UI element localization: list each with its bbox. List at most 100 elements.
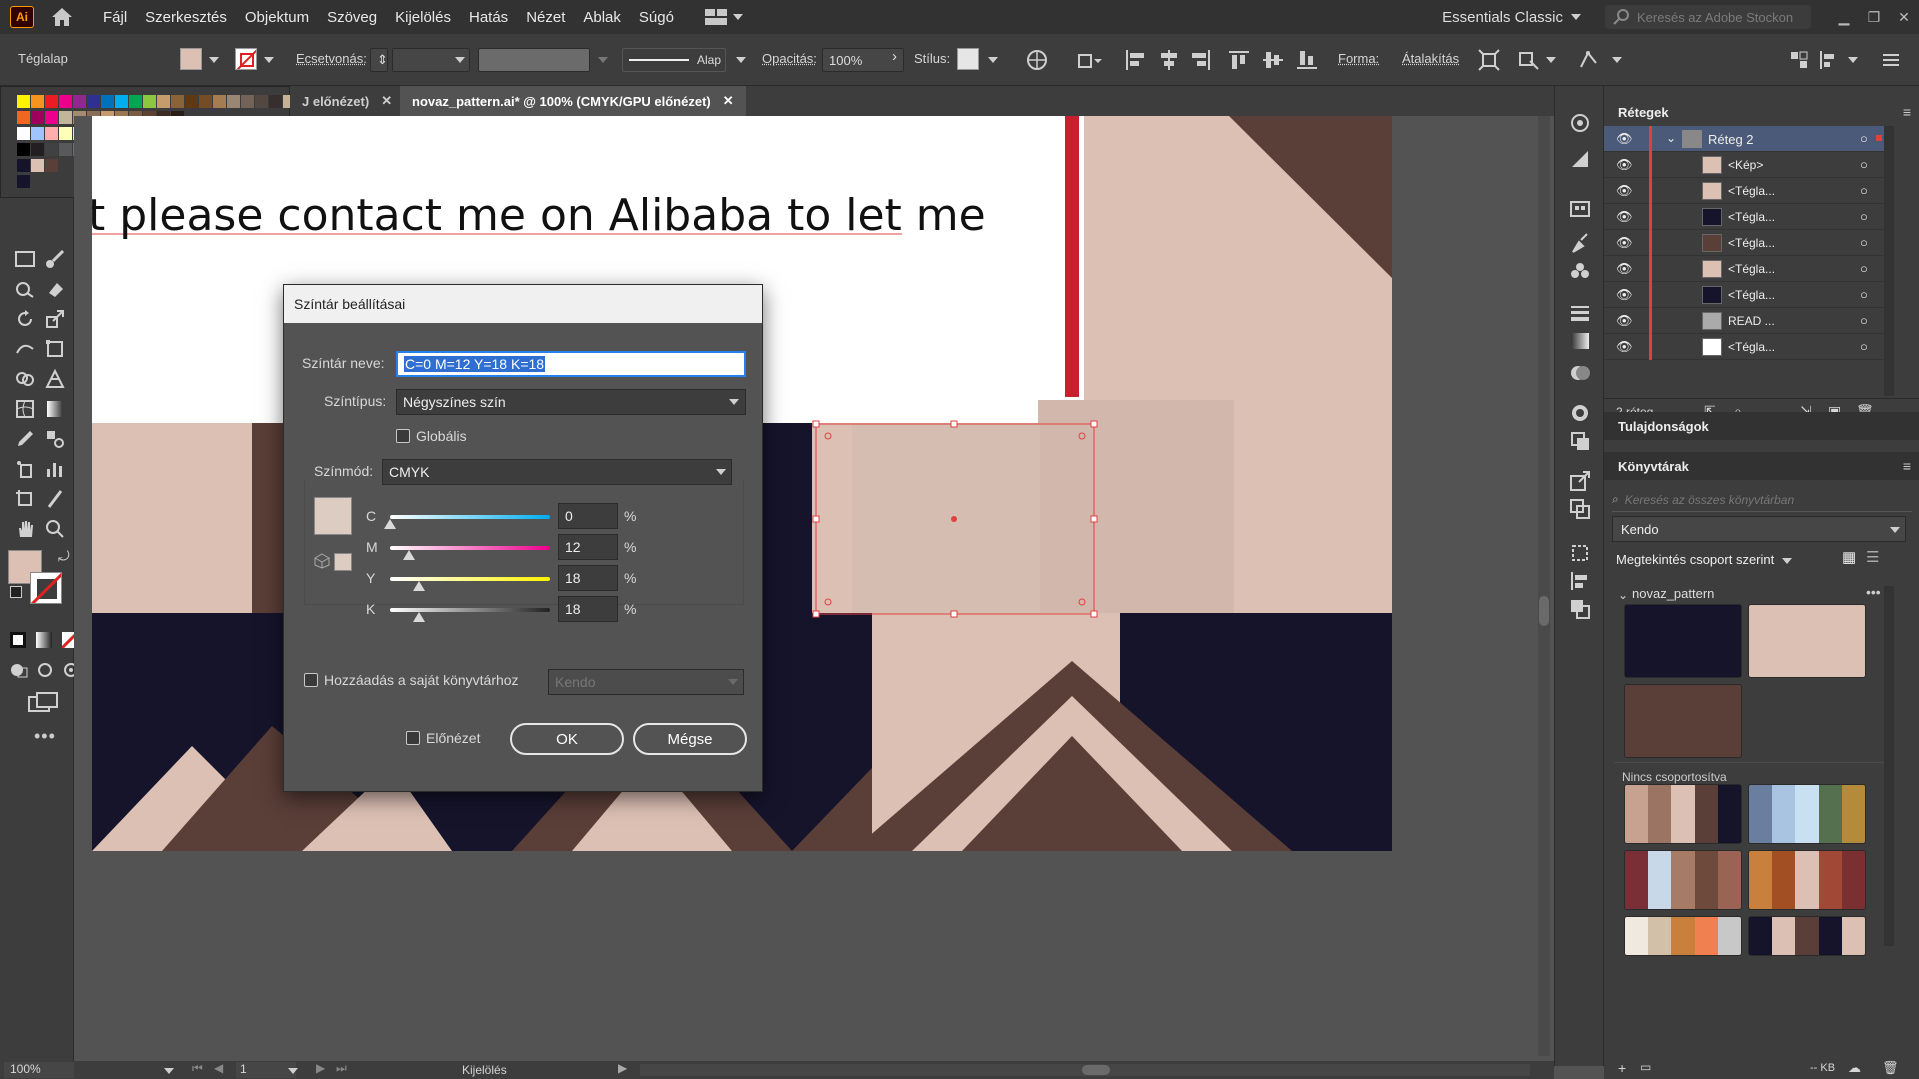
- swatch-chip[interactable]: [31, 159, 44, 172]
- prev-artboard-icon[interactable]: ◀: [214, 1061, 223, 1075]
- visibility-eye-icon[interactable]: 👁: [1616, 235, 1633, 251]
- yellow-input[interactable]: 18: [558, 565, 618, 591]
- next-artboard-icon[interactable]: ▶: [316, 1061, 325, 1075]
- swatch-chip[interactable]: [185, 95, 198, 108]
- arrange-documents-button[interactable]: [704, 9, 743, 25]
- chevron-down-icon[interactable]: ⌄: [1618, 588, 1628, 602]
- preview-checkbox[interactable]: [406, 731, 420, 745]
- align-center-h-icon[interactable]: [1158, 49, 1180, 71]
- stroke-swatch[interactable]: [235, 48, 257, 70]
- gradient-mode-icon[interactable]: [36, 632, 52, 648]
- align-center-v-icon[interactable]: [1262, 49, 1284, 71]
- scale-tool-icon[interactable]: [42, 306, 68, 332]
- libraries-scrollbar[interactable]: [1884, 586, 1894, 946]
- layer-item-name[interactable]: READ ...: [1728, 314, 1775, 328]
- chevron-down-icon[interactable]: [209, 57, 219, 63]
- target-icon[interactable]: ○: [1860, 183, 1868, 198]
- menu-view[interactable]: Nézet: [517, 9, 574, 26]
- swatch-chip[interactable]: [45, 143, 58, 156]
- menu-type[interactable]: Szöveg: [318, 9, 386, 26]
- chevron-down-icon[interactable]: [264, 57, 274, 63]
- swatch-chip[interactable]: [73, 95, 86, 108]
- chevron-right-icon[interactable]: ›: [892, 48, 897, 65]
- scrollbar-thumb[interactable]: [1539, 596, 1549, 626]
- rotate-tool-icon[interactable]: [12, 306, 38, 332]
- target-icon[interactable]: ○: [1860, 313, 1868, 328]
- align-panel-icon[interactable]: [1567, 568, 1593, 594]
- status-mode[interactable]: Kijelölés: [462, 1063, 507, 1077]
- screen-mode-icon[interactable]: [28, 692, 58, 714]
- swatch-chip[interactable]: [269, 95, 282, 108]
- layer-row[interactable]: 👁 <Tégla... ○: [1604, 204, 1894, 230]
- default-colors-icon[interactable]: [10, 586, 22, 598]
- menu-window[interactable]: Ablak: [574, 9, 630, 26]
- target-icon[interactable]: ○: [1860, 157, 1868, 172]
- menu-file[interactable]: Fájl: [94, 9, 136, 26]
- horizontal-scrollbar[interactable]: [640, 1064, 1530, 1076]
- align-to-icon[interactable]: [1076, 49, 1102, 71]
- swatch-chip[interactable]: [59, 127, 72, 140]
- vertical-scrollbar[interactable]: [1538, 116, 1550, 1056]
- zoom-tool-icon[interactable]: [42, 516, 68, 542]
- stock-search-input[interactable]: Keresés az Adobe Stockon: [1605, 5, 1811, 29]
- color-theme-card[interactable]: [1748, 850, 1866, 910]
- gradient-tool-icon[interactable]: [42, 396, 68, 422]
- view-by-group-dropdown[interactable]: Megtekintés csoport szerint: [1616, 552, 1774, 567]
- layer-row[interactable]: 👁 READ ... ○: [1604, 308, 1894, 334]
- first-artboard-icon[interactable]: ⏮: [192, 1061, 203, 1076]
- magenta-slider-thumb[interactable]: [403, 550, 416, 560]
- chevron-down-icon[interactable]: [988, 57, 998, 63]
- trash-icon[interactable]: 🗑: [1882, 1060, 1899, 1076]
- swatch-chip[interactable]: [31, 127, 44, 140]
- swatch-chip[interactable]: [59, 143, 72, 156]
- visibility-eye-icon[interactable]: 👁: [1616, 183, 1633, 199]
- grid-view-icon[interactable]: ▦: [1842, 548, 1856, 566]
- menu-select[interactable]: Kijelölés: [386, 9, 460, 26]
- visibility-eye-icon[interactable]: 👁: [1616, 313, 1633, 329]
- shape-builder-tool-icon[interactable]: [12, 366, 38, 392]
- black-slider-thumb[interactable]: [412, 612, 425, 622]
- eyedropper-tool-icon[interactable]: [12, 426, 38, 452]
- color-mode-icon[interactable]: [10, 632, 26, 648]
- black-input[interactable]: 18: [558, 596, 618, 622]
- properties-panel-header[interactable]: Tulajdonságok: [1604, 412, 1919, 440]
- swatch-chip[interactable]: [45, 111, 58, 124]
- chevron-down-icon[interactable]: [455, 57, 465, 63]
- blend-tool-icon[interactable]: [42, 426, 68, 452]
- folder-icon[interactable]: ▭: [1640, 1060, 1651, 1074]
- library-search-input[interactable]: ⌕ Keresés az összes könyvtárban: [1612, 488, 1912, 512]
- ok-button[interactable]: OK: [510, 723, 624, 755]
- restore-button[interactable]: ❐: [1859, 0, 1889, 34]
- swatch-chip[interactable]: [227, 95, 240, 108]
- swatch-chip[interactable]: [31, 143, 44, 156]
- swatch-chip[interactable]: [241, 95, 254, 108]
- library-select[interactable]: Kendo: [1612, 516, 1906, 542]
- color-theme-card[interactable]: [1748, 784, 1866, 844]
- cancel-button[interactable]: Mégse: [633, 723, 747, 755]
- swatch-chip[interactable]: [45, 159, 58, 172]
- color-theme-card[interactable]: [1624, 850, 1742, 910]
- document-tab-inactive[interactable]: J előnézet) ✕: [290, 86, 404, 116]
- chevron-down-icon[interactable]: ⌄: [1666, 131, 1676, 145]
- cyan-input[interactable]: 0: [558, 503, 618, 529]
- target-icon[interactable]: ○: [1860, 131, 1868, 146]
- library-color-swatch[interactable]: [1624, 684, 1742, 758]
- menu-object[interactable]: Objektum: [236, 9, 318, 26]
- swatch-name-input[interactable]: C=0 M=12 Y=18 K=18: [396, 351, 746, 377]
- color-guide-icon[interactable]: [1567, 110, 1593, 136]
- close-window-button[interactable]: ✕: [1889, 0, 1919, 34]
- pathfinder-icon[interactable]: [1567, 596, 1593, 622]
- layer-row[interactable]: 👁 <Tégla... ○: [1604, 256, 1894, 282]
- hand-tool-icon[interactable]: [12, 516, 38, 542]
- chevron-down-icon[interactable]: [1612, 57, 1622, 63]
- libraries-panel-title[interactable]: Könyvtárak: [1618, 459, 1689, 474]
- target-icon[interactable]: ○: [1860, 235, 1868, 250]
- swatch-chip[interactable]: [171, 95, 184, 108]
- artboards-icon[interactable]: [1567, 496, 1593, 522]
- swatch-chip[interactable]: [17, 111, 30, 124]
- swatch-chip[interactable]: [255, 95, 268, 108]
- artboard-text[interactable]: t please contact me on Alibaba to let me: [92, 190, 986, 241]
- stroke-color-box[interactable]: [30, 572, 62, 604]
- swatch-chip[interactable]: [31, 95, 44, 108]
- stroke-weight-stepper[interactable]: ⇕: [370, 48, 388, 72]
